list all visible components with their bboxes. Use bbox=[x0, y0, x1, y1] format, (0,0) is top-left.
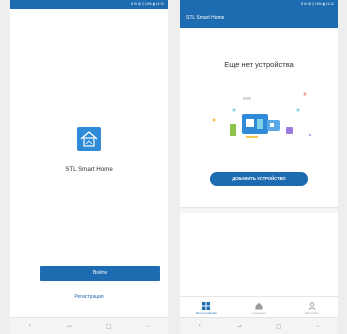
recent-apps-icon[interactable]: ⇀ bbox=[232, 323, 246, 330]
empty-state-title: Еще нет устройства bbox=[224, 60, 294, 69]
person-icon bbox=[308, 301, 316, 310]
login-button[interactable]: Войти bbox=[40, 266, 160, 281]
bottom-tab-bar: Мои устройства Сценарии Настройки bbox=[180, 296, 338, 319]
content-divider bbox=[180, 207, 338, 213]
recent-apps-icon[interactable]: ⇀ bbox=[62, 323, 76, 330]
app-bar-title: STL Smart Home bbox=[186, 15, 225, 21]
dot-icon[interactable]: • bbox=[193, 323, 207, 329]
tab-scenarios[interactable]: Сценарии bbox=[234, 297, 284, 315]
house-logo-icon bbox=[80, 131, 98, 147]
grid-icon bbox=[202, 301, 211, 310]
app-name: STL Smart Home bbox=[65, 166, 113, 173]
register-link[interactable]: Регистрация bbox=[10, 294, 168, 300]
add-device-button[interactable]: ДОБАВИТЬ УСТРОЙСТВО bbox=[210, 172, 308, 186]
dot-icon[interactable]: • bbox=[23, 323, 37, 329]
home-square-icon[interactable]: ▢ bbox=[272, 323, 286, 330]
app-logo bbox=[77, 127, 101, 151]
back-arrow-icon[interactable]: ← bbox=[141, 323, 155, 329]
system-navbar: • ⇀ ▢ ← bbox=[180, 317, 338, 334]
devices-screen: 8 ✉ ⚙ ▯ 10% ▮ 11:11 STL Smart Home Еще н… bbox=[180, 0, 338, 334]
status-bar: 8 ✉ ⚙ ▯ 10% ▮ 11:11 bbox=[180, 0, 338, 9]
home-square-icon[interactable]: ▢ bbox=[102, 323, 116, 330]
login-screen: 8 ✉ ⚙ ▯ 10% ▮ 11:11 STL Smart Home Войти… bbox=[10, 0, 168, 334]
tab-label: Настройки bbox=[304, 311, 319, 315]
status-bar: 8 ✉ ⚙ ▯ 10% ▮ 11:11 bbox=[10, 0, 168, 9]
status-text: 8 ✉ ⚙ ▯ 10% ▮ 11:11 bbox=[131, 2, 164, 6]
home-icon bbox=[255, 302, 263, 309]
system-navbar: • ⇀ ▢ ← bbox=[10, 317, 168, 334]
app-bar: STL Smart Home bbox=[180, 9, 338, 28]
status-text: 8 ✉ ⚙ ▯ 10% ▮ 11:11 bbox=[301, 2, 334, 6]
tab-settings[interactable]: Настройки bbox=[287, 297, 337, 315]
tab-label: Мои устройства bbox=[195, 311, 217, 315]
tab-label: Сценарии bbox=[252, 311, 266, 315]
tab-my-devices[interactable]: Мои устройства bbox=[181, 297, 231, 315]
devices-illustration bbox=[212, 92, 312, 138]
back-arrow-icon[interactable]: ← bbox=[311, 323, 325, 329]
